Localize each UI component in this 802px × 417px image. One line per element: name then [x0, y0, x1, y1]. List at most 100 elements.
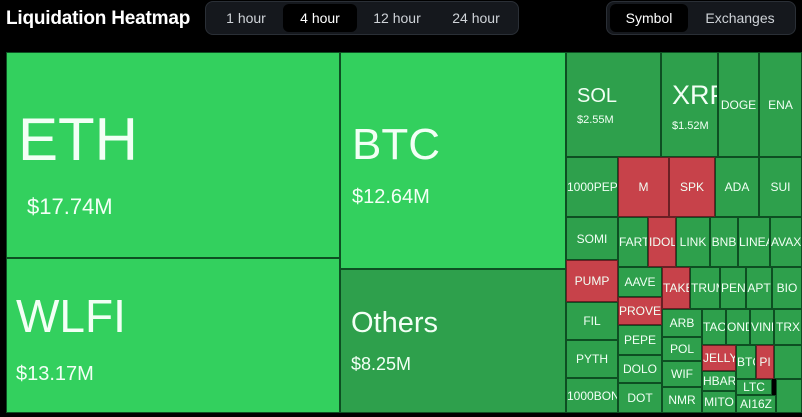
tile-filler	[774, 345, 802, 379]
timeframe-1-hour[interactable]: 1 hour	[209, 4, 283, 32]
tile-hbar[interactable]: HBAR	[702, 371, 736, 391]
tile-symbol: 1000BONK	[567, 388, 617, 403]
tile-fil[interactable]: FIL	[566, 302, 618, 340]
tile-pepe[interactable]: PEPE	[618, 325, 662, 355]
tile-symbol: TAKE	[663, 281, 689, 295]
tile-symbol: 1000PEPE	[567, 180, 618, 194]
tile-symbol: DOLO	[622, 362, 657, 376]
tile-sui[interactable]: SUI	[759, 157, 802, 217]
tile-pol[interactable]: POL	[662, 337, 702, 361]
page-title: Liquidation Heatmap	[6, 8, 191, 29]
tile-symbol: ARB	[669, 316, 695, 330]
tile-symbol: BTC	[352, 120, 440, 169]
tile-ltc[interactable]: LTC	[736, 379, 772, 395]
tile-idol[interactable]: IDOL	[648, 217, 676, 267]
tile-symbol: WLFI	[16, 290, 126, 342]
tile-wlfi[interactable]: WLFI $13.17M	[6, 258, 340, 413]
tile-xrp[interactable]: XRP $1.52M	[661, 52, 718, 157]
tile-symbol: LINEA	[739, 235, 769, 249]
tile-symbol: LINK	[679, 235, 707, 249]
tile-spk[interactable]: SPK	[669, 157, 715, 217]
tile-dot[interactable]: DOT	[618, 383, 662, 413]
tile-symbol: BTC	[737, 355, 755, 369]
tile-apt[interactable]: APT	[746, 267, 772, 309]
tile-pyth[interactable]: PYTH	[566, 340, 618, 378]
tile-symbol: SUI	[770, 180, 791, 194]
tile-btc-small[interactable]: BTC	[736, 345, 756, 379]
heatmap: ETH $17.74M WLFI $13.17M BTC $12.64M Oth…	[6, 52, 802, 413]
tile-symbol: FARTCOIN	[619, 235, 648, 249]
tile-sol[interactable]: SOL $2.55M	[566, 52, 661, 157]
view-exchanges[interactable]: Exchanges	[688, 4, 792, 32]
tile-value: $17.74M	[27, 194, 113, 219]
tile-1000pepe[interactable]: 1000PEPE	[566, 157, 618, 217]
view-selector: Symbol Exchanges	[606, 1, 796, 35]
tile-symbol: M	[638, 180, 649, 194]
tile-symbol: ADA	[724, 180, 750, 194]
tile-symbol: TRUMP	[691, 281, 719, 295]
tile-bnb[interactable]: BNB	[710, 217, 738, 267]
tile-symbol: PENGU	[721, 281, 746, 295]
tile-doge[interactable]: DOGE	[718, 52, 759, 157]
tile-pi[interactable]: PI	[756, 345, 774, 379]
tile-avax[interactable]: AVAX	[770, 217, 802, 267]
tile-ai16z[interactable]: AI16Z	[736, 395, 776, 413]
tile-nmr[interactable]: NMR	[662, 387, 702, 413]
tile-jelly[interactable]: JELLY	[702, 345, 736, 371]
tile-symbol: IDOL	[649, 235, 676, 249]
timeframe-12-hour[interactable]: 12 hour	[357, 4, 437, 32]
tile-symbol: XRP	[672, 80, 717, 110]
tile-ada[interactable]: ADA	[715, 157, 759, 217]
tile-symbol: AI16Z	[739, 397, 772, 411]
tile-take[interactable]: TAKE	[662, 267, 690, 309]
tile-trump[interactable]: TRUMP	[690, 267, 720, 309]
tile-symbol: DOT	[627, 391, 653, 405]
tile-symbol: WIF	[671, 367, 693, 381]
tile-symbol: SOMI	[576, 231, 608, 246]
tile-ena[interactable]: ENA	[759, 52, 802, 157]
tile-ondo[interactable]: ONDO	[726, 309, 750, 345]
tile-symbol: PROVE	[619, 304, 662, 318]
tile-fartcoin[interactable]: FARTCOIN	[618, 217, 648, 267]
tile-value: $1.52M	[672, 120, 709, 132]
tile-symbol: POL	[669, 342, 694, 356]
tile-m[interactable]: M	[618, 157, 669, 217]
tile-vine[interactable]: VINE	[750, 309, 774, 345]
tile-symbol: Others	[351, 307, 439, 339]
tile-value: $13.17M	[16, 363, 94, 385]
tile-value: $8.25M	[351, 354, 412, 374]
tile-trx[interactable]: TRX	[774, 309, 802, 345]
tile-symbol: LTC	[743, 380, 765, 394]
tile-pengu[interactable]: PENGU	[720, 267, 746, 309]
tile-mito[interactable]: MITO	[702, 391, 736, 413]
tile-dolo[interactable]: DOLO	[618, 355, 662, 383]
tile-symbol: SOL	[577, 85, 618, 107]
tile-symbol: SPK	[679, 180, 704, 194]
tile-tao[interactable]: TAO	[702, 309, 726, 345]
tile-somi[interactable]: SOMI	[566, 217, 618, 260]
tile-value: $2.55M	[577, 114, 614, 126]
tile-pump[interactable]: PUMP	[566, 260, 618, 302]
tile-1000bonk[interactable]: 1000BONK	[566, 378, 618, 413]
tile-eth[interactable]: ETH $17.74M	[6, 52, 340, 258]
timeframe-4-hour[interactable]: 4 hour	[283, 4, 357, 32]
tile-symbol: AAVE	[624, 275, 656, 289]
tile-prove[interactable]: PROVE	[618, 297, 662, 325]
tile-symbol: FIL	[583, 314, 601, 328]
tile-arb[interactable]: ARB	[662, 309, 702, 337]
tile-others[interactable]: Others $8.25M	[340, 269, 566, 413]
tile-bio[interactable]: BIO	[772, 267, 802, 309]
tile-linea[interactable]: LINEA	[738, 217, 770, 267]
tile-symbol: AVAX	[771, 235, 802, 249]
timeframe-24-hour[interactable]: 24 hour	[437, 4, 515, 32]
tile-wif[interactable]: WIF	[662, 361, 702, 387]
view-symbol[interactable]: Symbol	[610, 4, 688, 32]
tile-link[interactable]: LINK	[676, 217, 710, 267]
tile-symbol: PYTH	[575, 352, 608, 366]
tile-aave[interactable]: AAVE	[618, 267, 662, 297]
tile-btc[interactable]: BTC $12.64M	[340, 52, 566, 269]
tile-symbol: TAO	[703, 320, 726, 334]
tile-symbol: APT	[747, 281, 771, 295]
tile-symbol: PI	[759, 355, 771, 369]
tile-symbol: TRX	[776, 320, 800, 334]
